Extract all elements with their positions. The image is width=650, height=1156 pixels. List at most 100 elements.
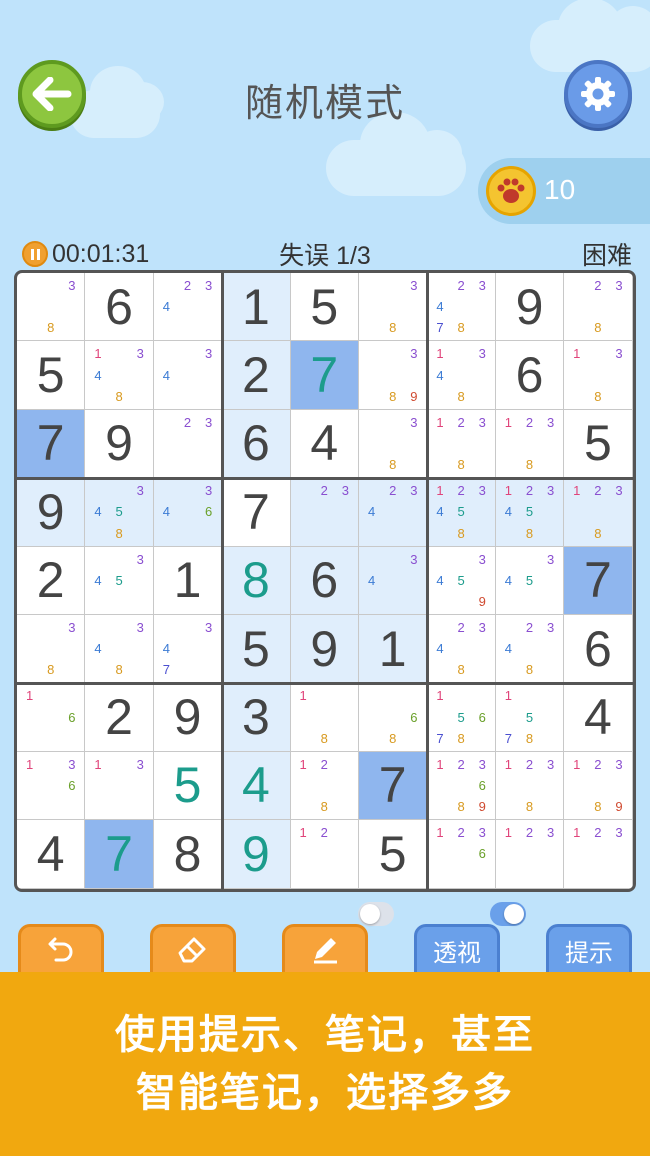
note-digit <box>472 659 493 680</box>
cell-r9c2[interactable]: 7 <box>85 820 154 889</box>
cell-r8c7[interactable]: 123 689 <box>427 751 496 821</box>
cell-r1c7[interactable]: 23 4 78 <box>427 273 496 342</box>
box-divider-vertical <box>425 273 429 889</box>
cell-r2c9[interactable]: 1 3 8 <box>564 341 633 410</box>
cell-r3c1[interactable]: 7 <box>17 409 86 479</box>
cell-r1c8[interactable]: 9 <box>495 273 565 342</box>
cell-r8c3[interactable]: 5 <box>153 751 223 821</box>
cell-r8c5[interactable]: 12 8 <box>290 751 359 821</box>
cell-r6c3[interactable]: 3 4 7 <box>153 615 223 684</box>
cell-r4c5[interactable]: 23 <box>290 478 359 547</box>
toggle-switch-left[interactable] <box>358 902 394 926</box>
cell-r7c8[interactable]: 1578 <box>495 683 565 752</box>
cell-r1c5[interactable]: 5 <box>290 273 359 342</box>
cell-r6c4[interactable]: 5 <box>222 615 291 684</box>
cell-r8c6[interactable]: 7 <box>359 751 428 821</box>
cell-r6c6[interactable]: 1 <box>359 615 428 684</box>
cell-r6c9[interactable]: 6 <box>564 615 633 684</box>
cell-r6c5[interactable]: 9 <box>290 615 359 684</box>
note-digit: 3 <box>478 756 486 772</box>
cell-r2c5[interactable]: 7 <box>290 341 359 410</box>
cell-r5c9[interactable]: 7 <box>564 546 633 615</box>
cell-r5c8[interactable]: 3 45 <box>495 546 565 615</box>
cell-r1c6[interactable]: 38 <box>359 273 428 342</box>
cell-r1c2[interactable]: 6 <box>85 273 154 342</box>
cell-r4c2[interactable]: 3 45 8 <box>85 478 154 547</box>
cell-r2c2[interactable]: 1 3 48 <box>85 341 154 410</box>
note-digit: 2 <box>183 414 192 430</box>
cell-r2c8[interactable]: 6 <box>495 341 565 410</box>
cell-r4c3[interactable]: 3 4 6 <box>153 478 223 547</box>
cell-r5c7[interactable]: 3 459 <box>427 546 496 615</box>
cell-r8c2[interactable]: 13 <box>85 751 154 821</box>
cell-r2c1[interactable]: 5 <box>17 341 86 410</box>
cell-r2c7[interactable]: 1 3 48 <box>427 341 496 410</box>
cell-r5c3[interactable]: 1 <box>153 546 223 615</box>
cell-r9c4[interactable]: 9 <box>222 820 291 889</box>
cell-r7c5[interactable]: 18 <box>290 683 359 752</box>
note-digit <box>382 433 403 454</box>
note-digit <box>130 570 151 591</box>
cell-r3c2[interactable]: 9 <box>85 409 154 479</box>
cell-r4c9[interactable]: 123 8 <box>564 478 633 547</box>
cell-r3c3[interactable]: 23 <box>153 409 223 479</box>
note-digit: 6 <box>478 709 486 725</box>
settings-button[interactable] <box>564 60 632 128</box>
cell-r5c1[interactable]: 2 <box>17 546 86 615</box>
cell-r4c6[interactable]: 23 4 <box>359 478 428 547</box>
cell-r6c7[interactable]: 23 48 <box>427 615 496 684</box>
cell-r8c9[interactable]: 123 89 <box>564 751 633 821</box>
note-digit <box>156 412 177 433</box>
cell-r3c7[interactable]: 123 8 <box>427 409 496 479</box>
cell-r5c6[interactable]: 34 <box>359 546 428 615</box>
cell-r6c1[interactable]: 38 <box>17 615 86 684</box>
cell-r4c1[interactable]: 9 <box>17 478 86 547</box>
cell-r8c4[interactable]: 4 <box>222 751 291 821</box>
cell-r5c4[interactable]: 8 <box>222 546 291 615</box>
cell-r3c9[interactable]: 5 <box>564 409 633 479</box>
cell-r7c9[interactable]: 4 <box>564 683 633 752</box>
toggle-switch-right[interactable] <box>490 902 526 926</box>
cell-r8c8[interactable]: 123 8 <box>495 751 565 821</box>
note-digit <box>314 864 335 885</box>
cell-r6c2[interactable]: 3 48 <box>85 615 154 684</box>
cell-r2c4[interactable]: 2 <box>222 341 291 410</box>
note-digit <box>130 659 151 680</box>
cell-r1c4[interactable]: 1 <box>222 273 291 342</box>
cell-r3c8[interactable]: 123 8 <box>495 409 565 479</box>
cell-r9c3[interactable]: 8 <box>153 820 223 889</box>
note-digit <box>361 365 382 386</box>
cell-r3c6[interactable]: 38 <box>359 409 428 479</box>
cell-r4c8[interactable]: 123 45 8 <box>495 478 565 547</box>
cell-r1c9[interactable]: 23 8 <box>564 273 633 342</box>
cell-r3c5[interactable]: 4 <box>290 409 359 479</box>
cell-r7c2[interactable]: 2 <box>85 683 154 752</box>
cell-r5c5[interactable]: 6 <box>290 546 359 615</box>
cell-r2c6[interactable]: 3 89 <box>359 341 428 410</box>
cell-r9c1[interactable]: 4 <box>17 820 86 889</box>
cell-r9c6[interactable]: 5 <box>359 820 428 889</box>
cell-r9c9[interactable]: 123 <box>564 820 633 889</box>
cell-r2c3[interactable]: 34 <box>153 341 223 410</box>
cell-r4c7[interactable]: 123 45 8 <box>427 478 496 547</box>
cell-r9c7[interactable]: 123 6 <box>427 820 496 889</box>
note-digit: 1 <box>504 483 512 499</box>
cell-r5c2[interactable]: 3 45 <box>85 546 154 615</box>
cell-r7c3[interactable]: 9 <box>153 683 223 752</box>
cell-r9c5[interactable]: 12 <box>290 820 359 889</box>
note-digit <box>198 365 219 386</box>
note-digit <box>130 501 151 522</box>
note-digit: 1 <box>436 414 444 430</box>
cell-r8c1[interactable]: 1 3 6 <box>17 751 86 821</box>
note-digit: 1 <box>299 688 307 704</box>
cell-r4c4[interactable]: 7 <box>222 478 291 547</box>
cell-r1c3[interactable]: 23 4 <box>153 273 223 342</box>
cell-r7c7[interactable]: 156 78 <box>427 683 496 752</box>
cell-r3c4[interactable]: 6 <box>222 409 291 479</box>
cell-r7c4[interactable]: 3 <box>222 683 291 752</box>
cell-r6c8[interactable]: 23 48 <box>495 615 565 684</box>
cell-r7c1[interactable]: 16 <box>17 683 86 752</box>
cell-r9c8[interactable]: 123 <box>495 820 565 889</box>
cell-r1c1[interactable]: 38 <box>17 273 86 342</box>
cell-r7c6[interactable]: 68 <box>359 683 428 752</box>
